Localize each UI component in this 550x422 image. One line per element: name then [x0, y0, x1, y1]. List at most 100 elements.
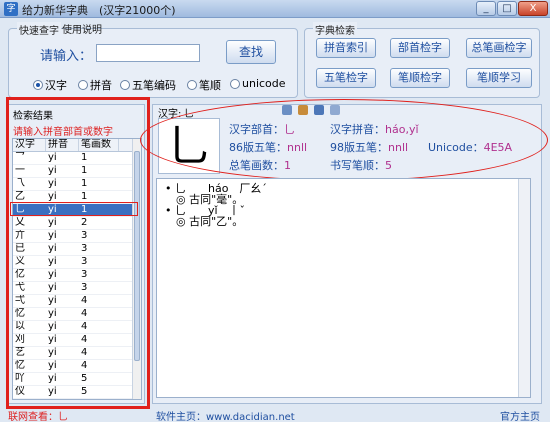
table-row[interactable]: 忆 yi 4 — [13, 360, 141, 373]
cell-pinyin: yi — [48, 165, 57, 176]
table-row[interactable]: 乛 yi 1 — [13, 152, 141, 165]
cell-pinyin: yi — [48, 152, 57, 163]
cell-strokes: 4 — [81, 360, 88, 371]
chart-icon[interactable] — [298, 105, 308, 115]
search-button[interactable]: 查找 — [226, 40, 276, 64]
input-label: 请输入： — [40, 49, 93, 64]
radical-search-button[interactable]: 部首检字 — [390, 38, 450, 58]
cell-hanzi: 艺 — [15, 347, 25, 358]
sound-icon[interactable] — [282, 105, 292, 115]
maximize-button[interactable]: □ — [497, 1, 517, 16]
official-home-link[interactable]: 官方主页 — [500, 408, 540, 422]
explanation-text-area[interactable]: • 乚 háo 厂幺ˊ ◎ 古同"毫"。 • 乚 yǐ 丨ˇ ◎ 古同"乙"。 — [156, 178, 531, 398]
cell-pinyin: yi — [48, 282, 57, 293]
scroll-thumb[interactable] — [134, 151, 140, 361]
close-button[interactable]: X — [518, 1, 548, 16]
dictionary-icon: 字 — [4, 2, 18, 16]
wubi98-value: nnll — [388, 141, 409, 154]
cell-pinyin: yi — [48, 191, 57, 202]
cell-pinyin: yi — [48, 256, 57, 267]
cell-hanzi: 已 — [15, 243, 25, 254]
table-row[interactable]: 忆 yi 4 — [13, 308, 141, 321]
cell-pinyin: yi — [48, 386, 57, 397]
online-lookup-link[interactable]: 联网查看：乚 — [8, 408, 68, 422]
cell-strokes: 3 — [81, 230, 88, 241]
cell-hanzi: 弌 — [15, 295, 25, 306]
wubi98-label: 98版五笔： — [330, 141, 388, 154]
table-row[interactable]: 义 yi 3 — [13, 256, 141, 269]
explanation-scrollbar[interactable] — [518, 179, 530, 397]
wubi-search-button[interactable]: 五笔检字 — [316, 68, 376, 88]
header-hanzi[interactable]: 汉字 — [13, 139, 46, 151]
cell-hanzi: 一 — [15, 165, 25, 176]
mode-radio-wubi[interactable]: 五笔编码 — [120, 77, 176, 93]
cell-strokes: 4 — [81, 308, 88, 319]
header-strokes[interactable]: 笔画数 — [79, 139, 119, 151]
cell-strokes: 1 — [81, 191, 88, 202]
stroke-order-value: 5 — [385, 159, 392, 172]
unicode-label: Unicode： — [428, 141, 484, 154]
cell-strokes: 5 — [81, 373, 88, 384]
window-title: 给力新华字典 (汉字21000个) — [22, 4, 176, 17]
table-row[interactable]: 已 yi 3 — [13, 243, 141, 256]
cell-hanzi: 弋 — [15, 282, 25, 293]
unicode-row: Unicode：4E5A — [428, 139, 512, 155]
software-home-link[interactable]: 软件主页：www.dacidian.net — [156, 408, 295, 422]
stroke-order-learn-button[interactable]: 笔顺学习 — [466, 68, 532, 88]
stroke-order-search-button[interactable]: 笔顺检字 — [390, 68, 450, 88]
table-row[interactable]: 弋 yi 3 — [13, 282, 141, 295]
mode-radio-hanzi[interactable]: 汉字 — [33, 77, 67, 93]
table-row[interactable]: 乚 yi 1 — [13, 204, 141, 217]
cell-pinyin: yi — [48, 230, 57, 241]
cell-strokes: 3 — [81, 243, 88, 254]
mode-radio-stroke-order[interactable]: 笔顺 — [187, 77, 221, 93]
cell-hanzi: 乛 — [15, 152, 25, 163]
paste-icon[interactable] — [330, 105, 340, 115]
table-scrollbar[interactable] — [132, 139, 141, 399]
stroke-order-row: 书写笔顺：5 — [330, 157, 392, 173]
table-header: 汉字 拼音 笔画数 — [13, 139, 141, 152]
cell-pinyin: yi — [48, 334, 57, 345]
radio-icon — [230, 78, 240, 89]
table-row[interactable]: 仪 yi 5 — [13, 386, 141, 399]
table-body: 乛 yi 1 一 yi 1 乁 yi 1 乙 yi 1 乚 yi 1 乂 yi 2 亣 yi 3 已 yi 3 义 yi 3 亿 yi 3… — [13, 152, 141, 399]
strokes-value: 1 — [284, 159, 291, 172]
copy-icon[interactable] — [314, 105, 324, 115]
total-strokes-button[interactable]: 总笔画检字 — [466, 38, 532, 58]
radio-icon — [187, 80, 197, 90]
quick-search-title[interactable]: 快速查字 — [17, 22, 61, 37]
radio-icon — [78, 80, 88, 90]
pinyin-row: 汉字拼音：háo,yǐ — [330, 121, 419, 137]
cell-hanzi: 忆 — [15, 360, 25, 371]
table-row[interactable]: 吖 yi 5 — [13, 373, 141, 386]
cell-pinyin: yi — [48, 217, 57, 228]
minimize-button[interactable]: _ — [476, 1, 496, 16]
table-row[interactable]: 亿 yi 3 — [13, 269, 141, 282]
pinyin-index-button[interactable]: 拼音索引 — [316, 38, 376, 58]
header-pinyin[interactable]: 拼音 — [46, 139, 79, 151]
radical-value: 乚 — [284, 123, 295, 136]
radio-selected-icon — [33, 80, 43, 90]
cell-pinyin: yi — [48, 308, 57, 319]
table-row[interactable]: 亣 yi 3 — [13, 230, 141, 243]
cell-hanzi: 仪 — [15, 386, 25, 397]
table-row[interactable]: 乁 yi 1 — [13, 178, 141, 191]
cell-pinyin: yi — [48, 204, 57, 215]
table-row[interactable]: 艺 yi 4 — [13, 347, 141, 360]
cell-hanzi: 乙 — [15, 191, 25, 202]
cell-pinyin: yi — [48, 360, 57, 371]
cell-hanzi: 乂 — [15, 217, 25, 228]
cell-strokes: 3 — [81, 256, 88, 267]
search-input[interactable] — [96, 44, 200, 62]
table-row[interactable]: 乙 yi 1 — [13, 191, 141, 204]
tab-help[interactable]: 使用说明 — [62, 21, 102, 36]
table-row[interactable]: 以 yi 4 — [13, 321, 141, 334]
table-row[interactable]: 刈 yi 4 — [13, 334, 141, 347]
mode-radio-unicode[interactable]: unicode — [230, 77, 286, 90]
mode-radio-pinyin[interactable]: 拼音 — [78, 77, 112, 93]
table-row[interactable]: 一 yi 1 — [13, 165, 141, 178]
cell-hanzi: 吖 — [15, 373, 25, 384]
table-row[interactable]: 乂 yi 2 — [13, 217, 141, 230]
cell-strokes: 3 — [81, 269, 88, 280]
table-row[interactable]: 弌 yi 4 — [13, 295, 141, 308]
